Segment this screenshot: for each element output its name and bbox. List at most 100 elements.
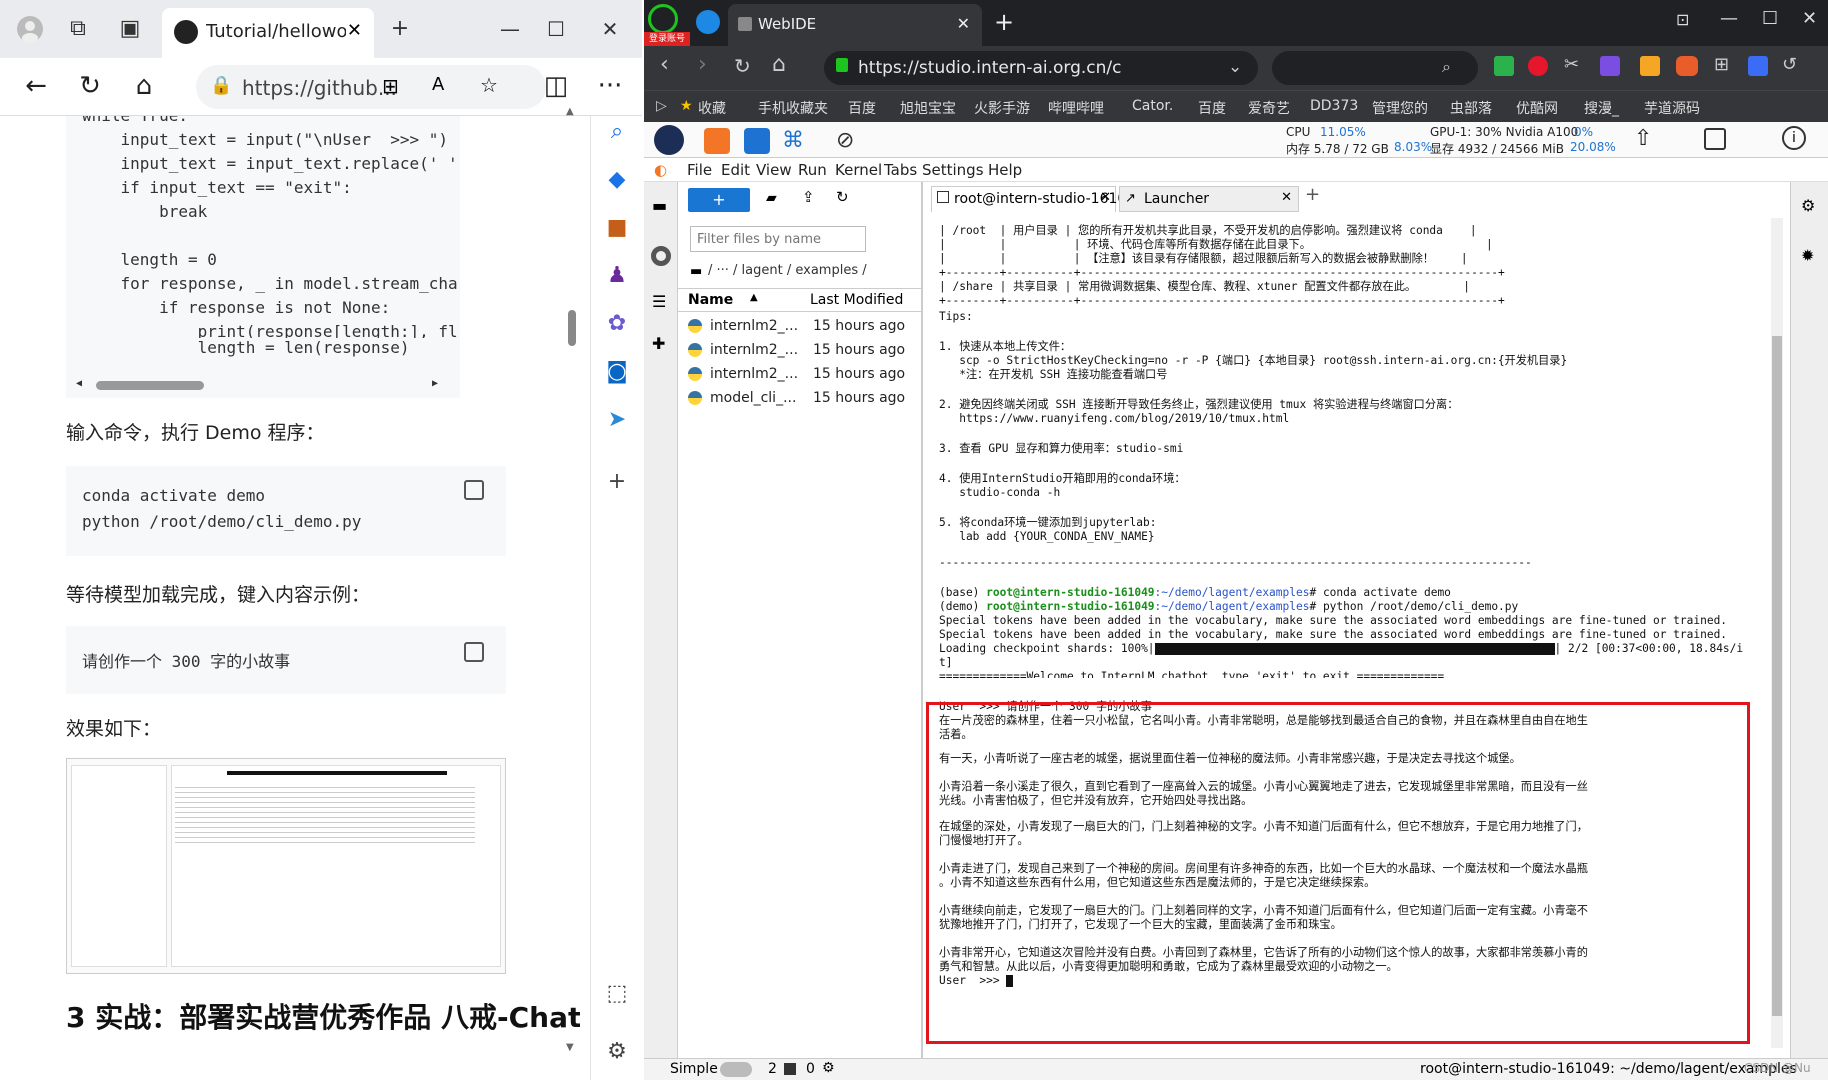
column-name-header[interactable]: Name xyxy=(688,292,733,308)
tab-launcher[interactable]: ↗ Launcher ✕ xyxy=(1119,186,1299,212)
terminal-scroll-thumb[interactable] xyxy=(1772,336,1782,1016)
maximize-icon[interactable]: ☐ xyxy=(542,15,570,43)
favorite-star-icon[interactable]: ☆ xyxy=(480,73,498,97)
back-icon[interactable]: ← xyxy=(20,70,52,102)
menu-edit[interactable]: Edit xyxy=(721,161,750,179)
column-modified-header[interactable]: Last Modified xyxy=(810,292,903,308)
login-badge[interactable]: 登录账号 xyxy=(644,32,690,46)
info-icon[interactable]: i xyxy=(1782,126,1806,150)
menu-view[interactable]: View xyxy=(756,161,792,179)
webide-icon[interactable] xyxy=(744,128,770,154)
shield-icon[interactable] xyxy=(1640,56,1660,76)
home-icon[interactable]: ⌂ xyxy=(772,52,786,77)
screenshot-icon[interactable]: ⬚ xyxy=(601,978,633,1010)
history-icon[interactable]: ↺ xyxy=(1782,54,1797,75)
bookmark-item[interactable]: 火影手游 xyxy=(974,98,1030,118)
games-icon[interactable]: ♟ xyxy=(601,260,633,292)
send-icon[interactable]: ➤ xyxy=(601,404,633,436)
scissors-icon[interactable]: ✂ xyxy=(1564,54,1579,75)
code-hscroll-thumb[interactable] xyxy=(96,381,204,390)
filter-files-input[interactable] xyxy=(690,226,866,252)
workspaces-icon[interactable]: ⧉ xyxy=(64,15,92,43)
copy-icon[interactable] xyxy=(464,642,484,662)
split-screen-icon[interactable]: ◫ xyxy=(540,70,572,102)
menu-run[interactable]: Run xyxy=(798,161,827,179)
toolbox-icon[interactable]: ■ xyxy=(601,212,633,244)
vscode-icon[interactable]: ⌘ xyxy=(782,128,804,153)
simple-mode-toggle[interactable] xyxy=(720,1062,752,1077)
address-bar[interactable]: 🔒 https://github... ⊞ A ☆ xyxy=(196,65,546,109)
new-launcher-button[interactable]: + xyxy=(688,188,750,212)
dropdown-icon[interactable]: ⌄ xyxy=(1228,57,1242,77)
close-window-icon[interactable]: ✕ xyxy=(1802,8,1817,29)
search-icon[interactable]: ⌕ xyxy=(601,116,633,148)
read-aloud-icon[interactable]: A xyxy=(432,74,444,95)
debugger-bug-icon[interactable]: ✹ xyxy=(1801,246,1814,265)
profile-icon[interactable] xyxy=(16,15,44,43)
gear-icon[interactable]: ⚙ xyxy=(822,1060,835,1076)
scroll-down-icon[interactable]: ▼ xyxy=(566,1042,574,1053)
extension-puzzle-icon[interactable]: ✚ xyxy=(652,334,665,353)
file-row[interactable]: model_cli_... 15 hours ago xyxy=(678,388,922,412)
menu-settings[interactable]: Settings xyxy=(922,161,984,179)
tab-terminal[interactable]: root@intern-studio-16104 ✕ xyxy=(931,186,1135,212)
add-sidebar-icon[interactable]: + xyxy=(601,466,633,498)
search-icon[interactable]: ⌕ xyxy=(1442,57,1451,77)
pin-icon[interactable]: ⊡ xyxy=(1676,10,1689,29)
bookmark-item[interactable]: 收藏 xyxy=(698,98,726,118)
copilot-icon[interactable]: ✿ xyxy=(601,308,633,340)
send-plane-icon[interactable] xyxy=(696,10,720,34)
forward-icon[interactable]: › xyxy=(698,52,707,77)
tag-icon[interactable]: ◆ xyxy=(601,164,633,196)
file-row[interactable]: internlm2_... 15 hours ago xyxy=(678,364,922,388)
game-icon[interactable] xyxy=(1676,56,1698,76)
extension-wechat-icon[interactable] xyxy=(1494,56,1514,76)
menu-file[interactable]: File xyxy=(687,161,712,179)
jupyter-icon[interactable] xyxy=(704,128,730,154)
running-icon[interactable] xyxy=(651,246,671,266)
refresh-icon[interactable]: ↻ xyxy=(734,54,751,78)
property-gear-icon[interactable]: ⚙ xyxy=(1801,196,1815,215)
monitor-icon[interactable] xyxy=(1704,128,1726,150)
scroll-right-icon[interactable]: ▶ xyxy=(432,378,440,390)
menu-help[interactable]: Help xyxy=(988,161,1022,179)
outlook-icon[interactable]: ◙ xyxy=(601,356,633,388)
ai-icon[interactable] xyxy=(1748,56,1768,76)
bookmark-item[interactable]: 百度 xyxy=(848,98,876,118)
bookmark-item[interactable]: 旭旭宝宝 xyxy=(900,98,956,118)
menu-kernel[interactable]: Kernel xyxy=(835,161,882,179)
search-box[interactable]: ⌕ xyxy=(1272,51,1478,85)
new-folder-icon[interactable]: ▰ xyxy=(766,190,777,206)
grid-icon[interactable]: ⊞ xyxy=(1714,54,1729,75)
close-tab-icon[interactable]: ✕ xyxy=(1281,190,1292,205)
scroll-left-icon[interactable]: ◀ xyxy=(76,378,84,390)
back-icon[interactable]: ‹ xyxy=(660,52,669,77)
folder-icon[interactable]: ▬ xyxy=(652,196,667,215)
upload-icon[interactable]: ⇪ xyxy=(802,188,815,206)
add-tab-icon[interactable]: + xyxy=(1305,184,1320,205)
page-scroll-thumb[interactable] xyxy=(568,310,576,346)
scroll-up-icon[interactable]: ▲ xyxy=(566,106,574,117)
tab-webide[interactable]: WebIDE ✕ xyxy=(728,4,982,46)
extension-weibo-icon[interactable] xyxy=(1528,56,1548,76)
compass-icon[interactable]: ⊘ xyxy=(836,128,854,153)
minimize-icon[interactable]: — xyxy=(496,15,524,43)
file-row[interactable]: internlm2_... 15 hours ago xyxy=(678,316,922,340)
minimize-icon[interactable]: — xyxy=(1720,8,1738,29)
avatar[interactable] xyxy=(654,125,684,155)
settings-gear-icon[interactable]: ⚙ xyxy=(601,1036,633,1068)
bookmark-item[interactable]: 优酷网 xyxy=(1516,98,1558,118)
file-row[interactable]: internlm2_... 15 hours ago xyxy=(678,340,922,364)
bookmark-item[interactable]: 管理您的 xyxy=(1372,98,1428,118)
home-icon[interactable]: ⌂ xyxy=(128,70,160,102)
tab-github[interactable]: Tutorial/helloworld/ ✕ xyxy=(162,8,374,58)
sidebar-toggle-icon[interactable]: ▷ xyxy=(656,98,667,114)
arrow-up-icon[interactable]: ⇧ xyxy=(1634,126,1652,151)
refresh-icon[interactable]: ↻ xyxy=(74,70,106,102)
bookmark-item[interactable]: DD373 xyxy=(1310,98,1358,114)
close-tab-icon[interactable]: ✕ xyxy=(1100,190,1111,205)
bookmark-item[interactable]: 百度 xyxy=(1198,98,1226,118)
vertical-tabs-icon[interactable]: ▣ xyxy=(116,15,144,43)
bookmark-item[interactable]: 芋道源码 xyxy=(1644,98,1700,118)
extension-icon[interactable] xyxy=(1600,56,1620,76)
